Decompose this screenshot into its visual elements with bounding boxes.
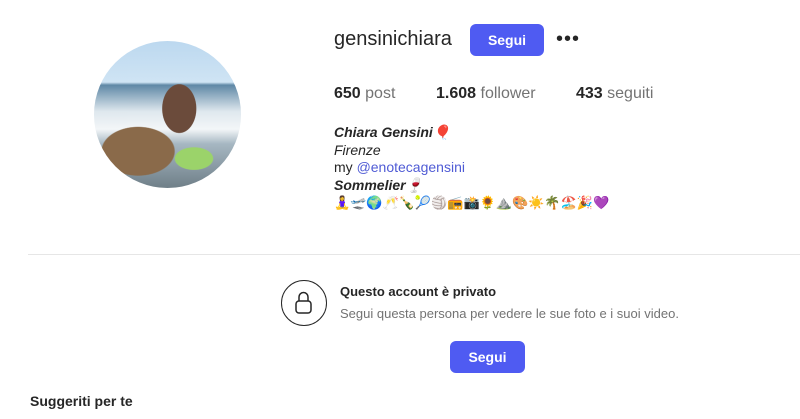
bio-mention-link[interactable]: @enotecagensini	[357, 159, 465, 175]
bio-link-prefix: my	[334, 159, 357, 175]
bio-role: Sommelier🍷	[334, 177, 424, 193]
stat-followers[interactable]: 1.608 follower	[436, 85, 536, 103]
private-account-title: Questo account è privato	[340, 284, 497, 299]
follow-button[interactable]: Segui	[470, 24, 544, 56]
stat-posts: 650 post	[334, 85, 395, 103]
private-account-subtitle: Segui questa persona per vedere le sue f…	[340, 306, 679, 321]
suggested-heading: Suggeriti per te	[30, 393, 133, 409]
posts-label: post	[365, 85, 396, 102]
bio-emoji-line: 🧘‍♀️🛫🌍🥂🍾🎾🏐📻📸🌻⛰️🎨☀️🌴🏖️🎉💜	[334, 195, 610, 210]
section-divider	[28, 254, 800, 255]
followers-label: follower	[480, 85, 536, 102]
bio-full-name: Chiara Gensini🎈	[334, 124, 451, 140]
posts-count: 650	[334, 85, 361, 102]
profile-avatar[interactable]	[94, 41, 241, 188]
follow-button-private[interactable]: Segui	[450, 341, 525, 373]
bio-city: Firenze	[334, 142, 381, 158]
following-count: 433	[576, 85, 603, 102]
following-label: seguiti	[607, 85, 654, 102]
lock-icon	[281, 280, 327, 326]
stat-following[interactable]: 433 seguiti	[576, 85, 653, 103]
followers-count: 1.608	[436, 85, 477, 102]
bio-link-line: my @enotecagensini	[334, 158, 465, 176]
more-options-icon[interactable]: •••	[556, 28, 580, 51]
profile-username: gensinichiara	[334, 28, 452, 50]
